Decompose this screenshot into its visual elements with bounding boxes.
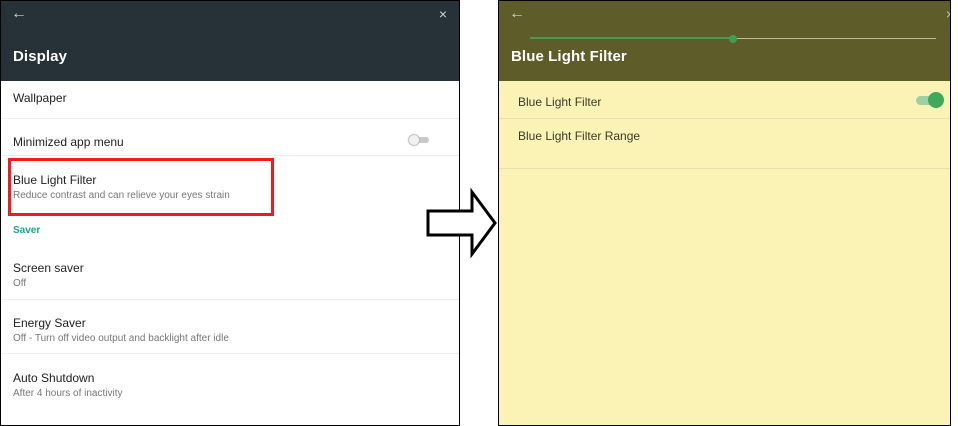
page-title: Blue Light Filter [511,48,627,65]
auto-shutdown-label: Auto Shutdown [13,371,95,385]
transition-arrow-icon [426,187,497,259]
slider-knob[interactable] [729,35,737,43]
wallpaper-label: Wallpaper [13,91,67,105]
display-settings-panel: ← × Display Wallpaper Minimized app menu… [0,0,460,426]
minimized-app-menu-item[interactable]: Minimized app menu [1,119,459,156]
blue-light-filter-toggle-row[interactable]: Blue Light Filter [499,81,950,119]
toggle-thumb [928,92,944,108]
auto-shutdown-value: After 4 hours of inactivity [13,388,123,399]
slider-fill [530,37,733,39]
toggle-thumb [409,135,419,145]
back-arrow-icon[interactable]: ← [509,4,525,24]
energy-saver-value: Off - Turn off video output and backligh… [13,333,229,344]
back-arrow-icon[interactable]: ← [11,4,27,24]
saver-section-label: Saver [13,225,41,236]
minimized-app-menu-label: Minimized app menu [13,135,124,149]
saver-section-header: Saver [1,217,459,244]
close-icon[interactable]: × [439,4,447,24]
energy-saver-item[interactable]: Energy Saver Off - Turn off video output… [1,300,459,354]
close-icon[interactable]: × [946,4,950,24]
blue-light-filter-range-slider[interactable] [530,35,936,43]
blue-light-filter-toggle-label: Blue Light Filter [518,95,602,109]
blue-light-filter-range-label: Blue Light Filter Range [518,129,641,143]
auto-shutdown-item[interactable]: Auto Shutdown After 4 hours of inactivit… [1,354,459,414]
blue-light-filter-range-row: Blue Light Filter Range [499,119,950,169]
screen-saver-value: Off [13,278,27,289]
energy-saver-label: Energy Saver [13,316,86,330]
screen-saver-item[interactable]: Screen saver Off [1,244,459,300]
blue-light-filter-toggle[interactable] [914,92,944,108]
blue-light-filter-panel: ← × Blue Light Filter Blue Light Filter … [498,0,951,426]
screen-saver-label: Screen saver [13,261,84,275]
wallpaper-item[interactable]: Wallpaper [1,81,459,119]
minimized-app-menu-toggle[interactable] [409,135,431,145]
display-app-bar: ← × Display [1,1,459,81]
page-title: Display [13,48,68,65]
highlight-box [8,158,274,216]
